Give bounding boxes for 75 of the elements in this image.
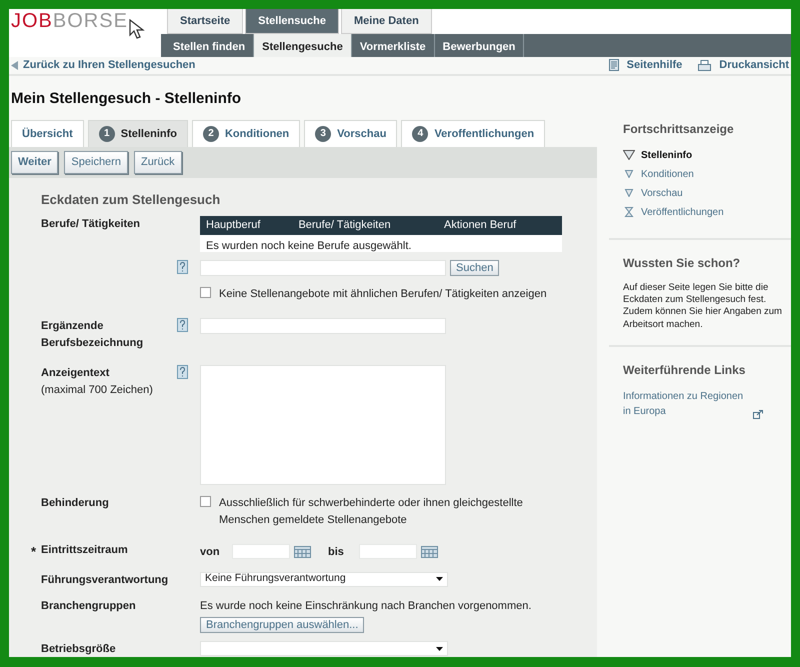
checkbox-label: Ausschließlich für schwerbehinderte oder ihnen gleichgestellte Menschen gemeldete Stellenangebote: [219, 496, 524, 528]
cursor-icon: [129, 19, 145, 39]
subnav-tab[interactable]: Stellengesuche: [254, 34, 352, 57]
checkbox[interactable]: [200, 496, 211, 507]
checkbox-label: Keine Stellenangebote mit ähnlichen Berufen/ Tätigkeiten anzeigen: [219, 286, 547, 302]
external-link[interactable]: Informationen zu Regionen in Europa: [623, 388, 749, 419]
action-button[interactable]: Weiter: [11, 151, 58, 174]
field-hint: (maximal 700 Zeichen): [41, 384, 153, 396]
caret-icon: [436, 577, 443, 581]
select-button[interactable]: Branchengruppen auswählen...: [200, 616, 364, 632]
logo[interactable]: JOBBORSE: [11, 9, 128, 33]
info-text: Es wurde noch keine Einschränkung nach Branchen vorgenommen.: [200, 599, 532, 614]
progress-step[interactable]: Konditionen: [641, 166, 694, 182]
text-field[interactable]: [200, 318, 446, 334]
sidebar-heading: Weiterführende Links: [623, 362, 746, 379]
calendar-icon: [421, 546, 438, 558]
progress-step[interactable]: Vorschau: [641, 186, 683, 200]
back-arrow-icon: [11, 60, 19, 70]
required-mark: *: [31, 543, 38, 561]
toolbar-link[interactable]: Seitenhilfe: [626, 57, 682, 74]
step-tab[interactable]: 2 Konditionen: [192, 120, 300, 147]
printer-icon: [698, 60, 712, 71]
tip-text: Auf dieser Seite legen Sie bitte die Eckdaten zum Stellengesuch fest. Zudem können Sie hier Angaben zum Arbeitsort machen.: [623, 282, 783, 331]
date-field[interactable]: [232, 544, 290, 560]
checkbox[interactable]: [200, 286, 211, 298]
step-tab[interactable]: Übersicht: [11, 120, 84, 147]
field-label: Behinderung: [41, 497, 109, 509]
subnav-tab[interactable]: Bewerbungen: [434, 34, 524, 57]
external-link-icon: [753, 410, 763, 419]
calendar-icon: [294, 546, 311, 558]
column-header: Berufe/ Tätigkeiten: [298, 218, 392, 233]
back-link[interactable]: Zurück zu Ihren Stellengesuchen: [23, 57, 196, 74]
sidebar-heading: Fortschrittsanzeige: [623, 120, 735, 138]
funnel-icon: [623, 170, 635, 178]
field-label: Ergänzende Berufsbezeichnung: [41, 320, 144, 348]
progress-step: Stelleninfo: [641, 148, 692, 162]
field-label: Anzeigentext: [41, 367, 110, 379]
date-label: bis: [328, 544, 345, 560]
sidebar-heading: Wussten Sie schon?: [623, 254, 742, 272]
column-header: Hauptberuf: [206, 218, 262, 233]
dropdown[interactable]: [200, 641, 448, 656]
action-button[interactable]: Speichern: [64, 151, 128, 174]
subnav-tab[interactable]: Vormerkliste: [352, 34, 435, 57]
column-header: Aktionen Beruf: [444, 218, 518, 233]
search-button[interactable]: Suchen: [450, 260, 500, 276]
caret-icon: [436, 646, 443, 650]
step-tab[interactable]: 3 Vorschau: [304, 120, 398, 147]
step-tab[interactable]: 4 Veroffentlichungen: [401, 120, 546, 147]
section-heading: Eckdaten zum Stellengesuch: [41, 191, 222, 209]
help-icon: [177, 318, 188, 332]
field-label: Führungsverantwortung: [41, 574, 168, 586]
empty-table-message: Es wurden noch keine Berufe ausgewählt.: [200, 234, 562, 252]
field-label: Berufe/ Tätigkeiten: [41, 218, 140, 230]
date-field[interactable]: [359, 544, 417, 560]
document-icon: [608, 59, 619, 72]
help-icon: [177, 260, 188, 274]
search-field[interactable]: [200, 260, 446, 276]
progress-step[interactable]: Veröffentlichungen: [641, 204, 724, 220]
step-tab[interactable]: 1 Stelleninfo: [88, 120, 188, 147]
page-title: Mein Stellengesuch - Stelleninfo: [11, 90, 242, 108]
field-label: Branchengruppen: [41, 600, 136, 612]
toolbar-link[interactable]: Druckansicht: [719, 57, 789, 74]
nav-tab[interactable]: Startseite: [167, 9, 244, 34]
field-label: Betriebsgröße: [41, 643, 116, 655]
action-button[interactable]: Zurück: [134, 151, 182, 174]
help-icon: [177, 365, 188, 379]
field-label: Eintrittszeitraum: [41, 543, 128, 558]
funnel-icon: [623, 189, 635, 197]
nav-tab[interactable]: Stellensuche: [245, 9, 339, 34]
dropdown[interactable]: Keine Führungsverantwortung: [200, 572, 448, 586]
nav-tab[interactable]: Meine Daten: [341, 9, 432, 34]
date-label: von: [200, 544, 221, 560]
text-area[interactable]: [200, 365, 446, 485]
funnel-icon: [623, 150, 635, 160]
hourglass-icon: [623, 207, 635, 217]
